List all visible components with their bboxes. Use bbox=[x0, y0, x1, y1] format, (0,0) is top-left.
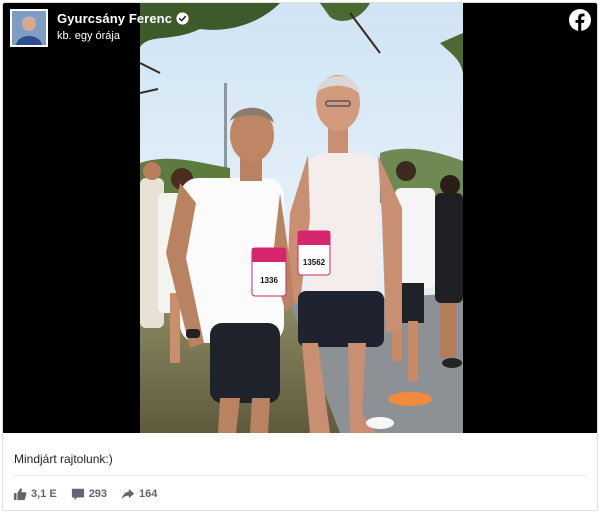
verified-badge-icon bbox=[176, 12, 189, 25]
runners-photo: 13562 1336 bbox=[140, 3, 463, 433]
embedded-post: 13562 1336 Gyurcsány Ferenc kb. egy óráj… bbox=[2, 2, 598, 511]
post-caption: Mindjárt rajtolunk:) bbox=[14, 452, 113, 466]
reactions-count[interactable]: 3,1 E bbox=[13, 487, 57, 501]
author-name[interactable]: Gyurcsány Ferenc bbox=[57, 11, 172, 26]
divider bbox=[13, 475, 587, 476]
shares-count[interactable]: 164 bbox=[121, 487, 157, 501]
post-media[interactable]: 13562 1336 bbox=[3, 3, 597, 433]
post-photo[interactable]: 13562 1336 bbox=[140, 3, 463, 433]
shares-value: 164 bbox=[139, 488, 158, 500]
facebook-icon[interactable] bbox=[569, 9, 591, 31]
avatar-portrait bbox=[12, 11, 46, 45]
bib-number-right: 13562 bbox=[303, 258, 326, 267]
author-avatar[interactable] bbox=[10, 9, 48, 47]
like-icon bbox=[13, 488, 27, 501]
post-timestamp[interactable]: kb. egy órája bbox=[57, 30, 189, 42]
reactions-value: 3,1 E bbox=[31, 488, 57, 500]
post-stats: 3,1 E 293 164 bbox=[13, 487, 171, 501]
comment-icon bbox=[71, 488, 84, 501]
author-row: Gyurcsány Ferenc bbox=[57, 11, 189, 26]
share-icon bbox=[121, 488, 135, 500]
comments-value: 293 bbox=[88, 488, 108, 500]
bib-number-left: 1336 bbox=[260, 276, 278, 285]
post-header: Gyurcsány Ferenc kb. egy órája bbox=[57, 11, 189, 42]
comments-count[interactable]: 293 bbox=[71, 487, 107, 501]
